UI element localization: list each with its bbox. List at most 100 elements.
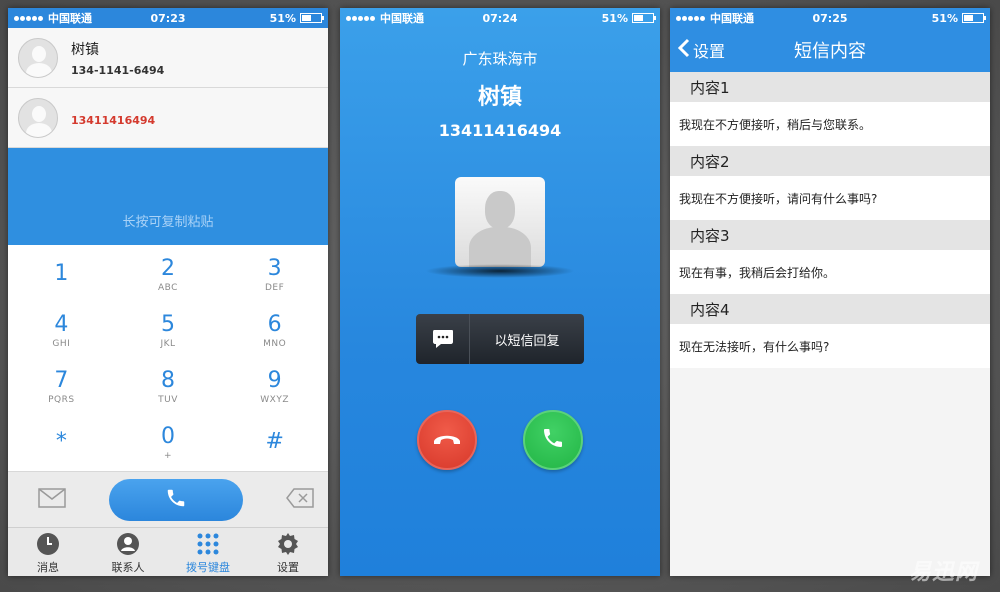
- battery-icon: [962, 13, 986, 23]
- key-digit: 1: [54, 261, 69, 286]
- dialer-screen: 中国联通 07:23 51% 树镇 134-1141-6494 13411416…: [8, 8, 328, 576]
- key-digit: 0: [160, 424, 175, 449]
- battery-label: 51%: [601, 11, 628, 25]
- decline-button[interactable]: [417, 410, 477, 470]
- avatar-shadow: [425, 264, 575, 278]
- key-4[interactable]: 4 GHI: [8, 303, 115, 359]
- signal-icon: [14, 15, 43, 21]
- contact-number: 13411416494: [71, 113, 156, 127]
- signal-icon: [346, 15, 375, 21]
- key-9[interactable]: 9 WXYZ: [221, 359, 328, 415]
- sms-template-item[interactable]: 我现在不方便接听，请问有什么事吗?: [670, 176, 990, 220]
- keypad-icon: [196, 531, 220, 557]
- backspace-icon[interactable]: [286, 487, 314, 512]
- accept-button[interactable]: [523, 410, 583, 470]
- key-3[interactable]: 3 DEF: [221, 247, 328, 303]
- phone-icon: [541, 426, 565, 454]
- key-digit: 4: [54, 312, 69, 337]
- key-digit: #: [265, 429, 284, 454]
- key-letters: TUV: [158, 395, 178, 405]
- key-letters: WXYZ: [260, 395, 290, 405]
- status-bar: 中国联通 07:25 51%: [670, 8, 990, 28]
- call-button[interactable]: [109, 478, 243, 521]
- key-letters: GHI: [52, 339, 71, 349]
- incoming-call-screen: 中国联通 07:24 51% 广东珠海市 树镇 13411416494 以短信回…: [340, 8, 660, 576]
- reply-label: 以短信回复: [494, 333, 560, 349]
- battery-label: 51%: [269, 11, 296, 25]
- key-letters: JKL: [160, 339, 176, 349]
- section-header: 内容4: [670, 294, 990, 324]
- key-letters: ABC: [158, 283, 178, 293]
- sms-template-item[interactable]: 现在无法接听，有什么事吗?: [670, 324, 990, 368]
- reply-sms-button[interactable]: 以短信回复: [416, 314, 584, 364]
- caller-number: 13411416494: [438, 121, 562, 140]
- back-button[interactable]: 设置: [670, 38, 725, 62]
- key-5[interactable]: 5 JKL: [115, 303, 222, 359]
- sms-template-item[interactable]: 现在有事，我稍后会打给你。: [670, 250, 990, 294]
- key-letters: MNO: [263, 339, 287, 349]
- key-letters: +: [163, 451, 173, 461]
- keypad: 1 2 ABC 3 DEF 4 GHI 5 JKL 6 MNO 7 PQRS 8 TUV 9 WXYZ * 0 + #: [8, 245, 328, 471]
- key-8[interactable]: 8 TUV: [115, 359, 222, 415]
- key-digit: 2: [160, 256, 175, 281]
- battery-icon: [632, 13, 656, 23]
- sms-template-list: 内容1 我现在不方便接听，稍后与您联系。 内容2 我现在不方便接听，请问有什么事…: [670, 72, 990, 368]
- section-header: 内容3: [670, 220, 990, 250]
- nav-bar: 设置 短信内容: [670, 28, 990, 72]
- hang-up-icon: [433, 431, 461, 450]
- status-bar: 中国联通 07:24 51%: [340, 8, 660, 28]
- key-6[interactable]: 6 MNO: [221, 303, 328, 359]
- tab-messages[interactable]: 消息: [8, 528, 88, 576]
- sms-template-item[interactable]: 我现在不方便接听，稍后与您联系。: [670, 102, 990, 146]
- chat-bubble-icon: [416, 314, 470, 364]
- section-header: 内容1: [670, 72, 990, 102]
- chevron-left-icon: [677, 38, 690, 62]
- watermark: 易迅网: [908, 560, 978, 585]
- tab-label: 设置: [277, 561, 299, 574]
- carrier-label: 中国联通: [710, 12, 754, 25]
- key-star[interactable]: *: [8, 415, 115, 471]
- gear-icon: [276, 531, 300, 557]
- section-header: 内容2: [670, 146, 990, 176]
- phone-icon: [165, 487, 187, 513]
- tab-keypad[interactable]: 拨号键盘: [168, 528, 248, 576]
- key-digit: 6: [267, 312, 282, 337]
- key-7[interactable]: 7 PQRS: [8, 359, 115, 415]
- battery-label: 51%: [931, 11, 958, 25]
- tab-settings[interactable]: 设置: [248, 528, 328, 576]
- carrier-label: 中国联通: [48, 12, 92, 25]
- key-1[interactable]: 1: [8, 247, 115, 303]
- key-letters: DEF: [265, 283, 285, 293]
- caller-avatar: [455, 177, 545, 267]
- key-letters: PQRS: [48, 395, 75, 405]
- sms-content-screen: 中国联通 07:25 51% 设置 短信内容 内容1 我现在不方便接听，稍后与您…: [670, 8, 990, 576]
- call-bar: [8, 471, 328, 527]
- key-2[interactable]: 2 ABC: [115, 247, 222, 303]
- tab-label: 拨号键盘: [186, 561, 230, 574]
- number-display[interactable]: 长按可复制粘贴: [8, 148, 328, 245]
- key-digit: *: [55, 429, 67, 454]
- key-digit: 9: [267, 368, 282, 393]
- signal-icon: [676, 15, 705, 21]
- paste-hint: 长按可复制粘贴: [122, 215, 214, 230]
- sms-icon[interactable]: [38, 487, 66, 512]
- key-digit: 8: [160, 368, 175, 393]
- caller-location: 广东珠海市: [462, 50, 538, 68]
- contact-row[interactable]: 13411416494: [8, 88, 328, 148]
- tab-label: 联系人: [111, 561, 145, 574]
- contact-row[interactable]: 树镇 134-1141-6494: [8, 28, 328, 88]
- key-digit: 3: [267, 256, 282, 281]
- tab-contacts[interactable]: 联系人: [88, 528, 168, 576]
- caller-name: 树镇: [477, 85, 522, 110]
- key-hash[interactable]: #: [221, 415, 328, 471]
- key-0[interactable]: 0 +: [115, 415, 222, 471]
- key-digit: 7: [54, 368, 69, 393]
- contact-name: 树镇: [71, 41, 99, 58]
- avatar: [18, 97, 58, 138]
- carrier-label: 中国联通: [380, 12, 424, 25]
- key-digit: 5: [160, 312, 175, 337]
- tab-label: 消息: [37, 561, 59, 574]
- clock-icon: [36, 531, 60, 557]
- back-label: 设置: [693, 42, 726, 61]
- contact-icon: [116, 531, 140, 557]
